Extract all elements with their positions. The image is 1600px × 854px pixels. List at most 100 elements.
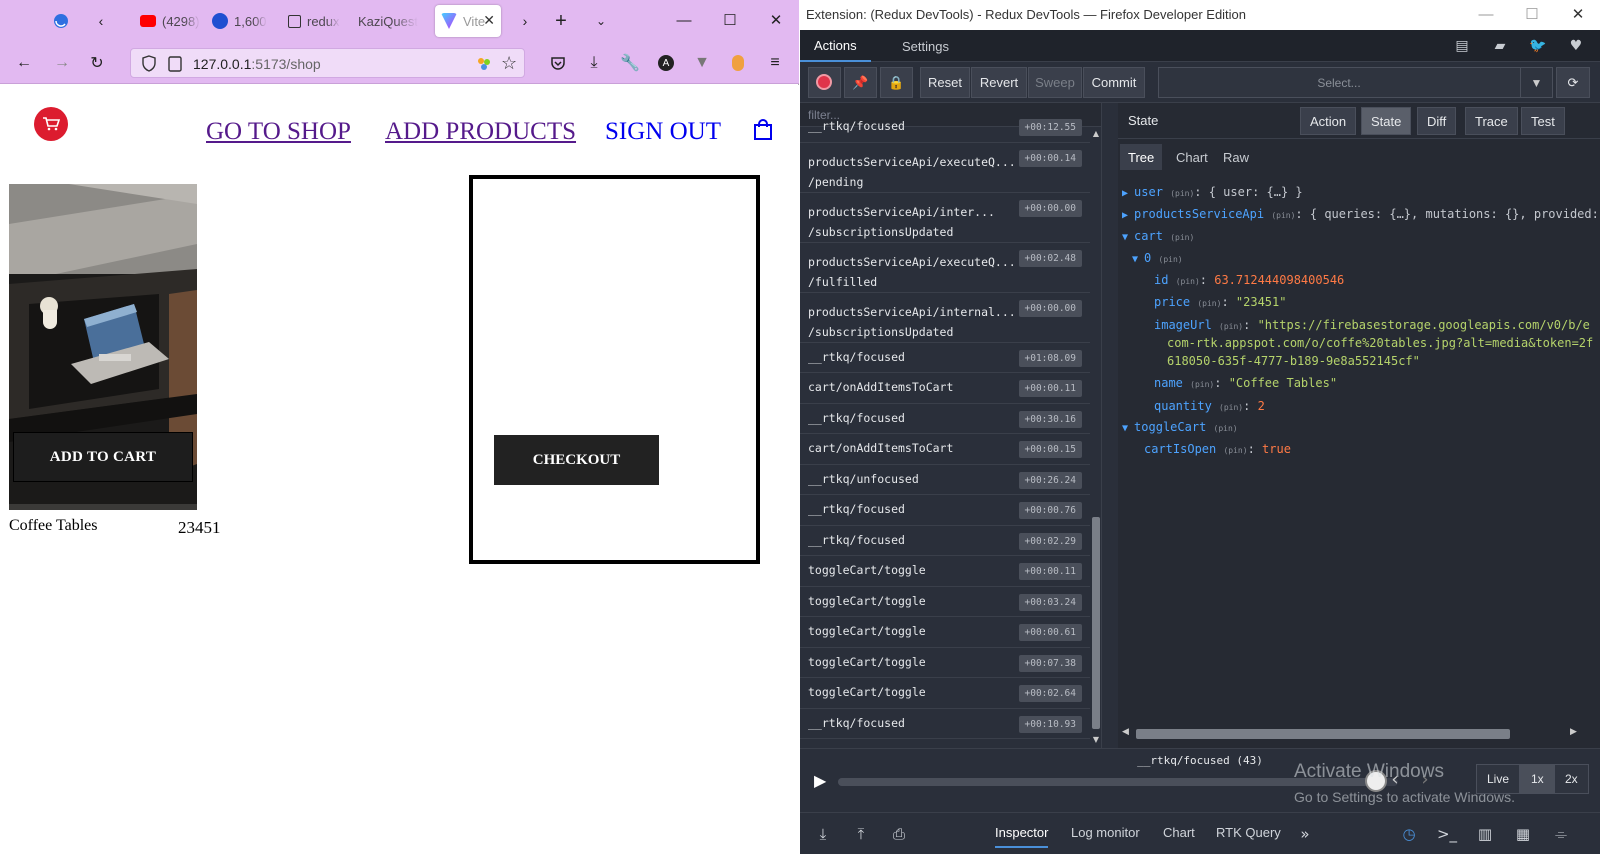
checkout-button[interactable]: CHECKOUT xyxy=(494,435,659,485)
pin-label[interactable]: (pin) xyxy=(1214,424,1238,433)
permissions-icon[interactable] xyxy=(475,55,493,73)
minimize-icon[interactable]: — xyxy=(1476,4,1496,24)
monitor-state-button[interactable]: State xyxy=(1361,107,1412,135)
account-icon[interactable]: A xyxy=(656,53,676,73)
downloads-icon[interactable]: ⤓ xyxy=(584,53,604,73)
tab-chart-monitor[interactable]: Chart xyxy=(1163,825,1195,840)
speed-2x-button[interactable]: 2x xyxy=(1554,764,1589,794)
pin-label[interactable]: (pin) xyxy=(1170,233,1194,242)
list-tabs-icon[interactable]: ⌄ xyxy=(592,12,610,30)
action-row[interactable]: cart/onAddItemsToCart +00:00.15 xyxy=(800,434,1090,465)
action-row[interactable]: toggleCart/toggle +00:00.11 xyxy=(800,556,1090,587)
pin-label[interactable]: (pin) xyxy=(1219,403,1243,412)
import-icon[interactable]: ⤓ xyxy=(812,823,834,845)
close-tab-icon[interactable]: ✕ xyxy=(483,12,495,29)
pin-label[interactable]: (pin) xyxy=(1170,189,1194,198)
scroll-thumb[interactable] xyxy=(1092,517,1100,729)
play-icon[interactable]: ▶ xyxy=(814,771,836,793)
pin-label[interactable]: (pin) xyxy=(1176,277,1200,286)
new-tab-icon[interactable]: + xyxy=(552,10,570,32)
tab-raw[interactable]: Raw xyxy=(1215,144,1257,170)
docs-icon[interactable]: ▤ xyxy=(1452,36,1472,56)
add-products-link[interactable]: ADD PRODUCTS xyxy=(385,118,576,146)
wrench-icon[interactable]: 🔧 xyxy=(620,53,640,73)
shop-logo-icon[interactable] xyxy=(34,107,68,141)
add-to-cart-button[interactable]: ADD TO CART xyxy=(13,432,193,482)
tree-node-cart[interactable]: ▼ cart (pin) xyxy=(1122,229,1194,243)
scroll-up-icon[interactable]: ▲ xyxy=(1091,129,1101,138)
maximize-icon[interactable]: ☐ xyxy=(720,10,740,30)
tab-vite[interactable]: Vite ✕ xyxy=(435,5,501,37)
expand-arrow-icon[interactable]: ▶ xyxy=(1122,188,1134,199)
tab-inspector[interactable]: Inspector xyxy=(995,825,1049,848)
action-row[interactable]: __rtkq/focused +00:02.29 xyxy=(800,526,1090,556)
persist-icon[interactable]: ◷ xyxy=(1398,823,1420,845)
tree-node-cart-0[interactable]: ▼ 0 (pin) xyxy=(1132,251,1183,265)
tab-actions[interactable]: Actions xyxy=(800,30,871,62)
url-text[interactable]: 127.0.0.1:5173/shop xyxy=(193,56,321,72)
action-row[interactable]: toggleCart/toggle +00:07.38 xyxy=(800,648,1090,678)
remote-icon[interactable]: ⌯ xyxy=(1550,823,1572,845)
close-window-icon[interactable]: ✕ xyxy=(1568,4,1588,24)
expand-arrow-icon[interactable]: ▶ xyxy=(1122,210,1134,221)
bookmark-star-icon[interactable]: ☆ xyxy=(501,53,517,74)
collapse-arrow-icon[interactable]: ▼ xyxy=(1122,232,1134,243)
discord-icon[interactable]: ▰ xyxy=(1490,36,1510,56)
go-to-shop-link[interactable]: GO TO SHOP xyxy=(206,118,351,146)
record-button[interactable] xyxy=(808,67,841,98)
revert-button[interactable]: Revert xyxy=(971,67,1027,98)
pin-label[interactable]: (pin) xyxy=(1190,380,1214,389)
maximize-icon[interactable]: ☐ xyxy=(1522,4,1542,24)
close-window-icon[interactable]: ✕ xyxy=(766,10,786,30)
monitor-action-button[interactable]: Action xyxy=(1300,107,1357,135)
sign-out-link[interactable]: SIGN OUT xyxy=(605,118,721,146)
monitor-trace-button[interactable]: Trace xyxy=(1465,107,1518,135)
tab-tree[interactable]: Tree xyxy=(1120,144,1163,170)
action-row[interactable]: toggleCart/toggle +00:02.64 xyxy=(800,678,1090,709)
sync-button[interactable]: ⟳ xyxy=(1556,67,1590,98)
action-row[interactable]: productsServiceApi/internal... /subscrip… xyxy=(800,293,1090,343)
minimize-icon[interactable]: — xyxy=(674,10,694,30)
state-hscrollbar[interactable]: ◀ ▶ xyxy=(1118,727,1600,741)
terminal-icon[interactable]: >_ xyxy=(1436,823,1458,845)
tree-node-togglecart[interactable]: ▼ toggleCart (pin) xyxy=(1122,420,1238,434)
address-bar[interactable]: 127.0.0.1:5173/shop ☆ xyxy=(130,48,525,78)
back-icon[interactable]: ← xyxy=(14,53,34,73)
more-tabs-icon[interactable]: » xyxy=(1294,823,1316,845)
pin-label[interactable]: (pin) xyxy=(1223,446,1247,455)
action-row[interactable]: toggleCart/toggle +00:03.24 xyxy=(800,587,1090,617)
pocket-icon[interactable] xyxy=(548,53,568,73)
reset-button[interactable]: Reset xyxy=(920,67,970,98)
scroll-tabs-left-icon[interactable]: ‹ xyxy=(92,12,110,30)
tab-log-monitor[interactable]: Log monitor xyxy=(1071,825,1140,840)
monitor-diff-button[interactable]: Diff xyxy=(1417,107,1457,135)
tab-rtk-query[interactable]: RTK Query xyxy=(1216,825,1281,840)
action-row[interactable]: __rtkq/focused +00:10.93 xyxy=(800,709,1090,739)
reload-icon[interactable]: ↻ xyxy=(87,53,107,73)
twitter-icon[interactable]: 🐦 xyxy=(1528,36,1548,56)
action-row[interactable]: __rtkq/focused +00:00.76 xyxy=(800,495,1090,526)
tab-youtube[interactable]: (4298) xyxy=(134,5,200,37)
pin-label[interactable]: (pin) xyxy=(1271,211,1295,220)
scroll-tabs-right-icon[interactable]: › xyxy=(516,12,534,30)
extension-icon[interactable] xyxy=(728,53,748,73)
action-list-scrollbar[interactable]: ▲ ▼ xyxy=(1090,127,1101,748)
live-button[interactable]: Live xyxy=(1476,764,1521,794)
action-row[interactable]: cart/onAddItemsToCart +00:00.11 xyxy=(800,373,1090,404)
scroll-left-icon[interactable]: ◀ xyxy=(1122,727,1129,737)
action-row[interactable]: productsServiceApi/executeQ... /fulfille… xyxy=(800,243,1090,293)
shield-icon[interactable] xyxy=(141,55,157,72)
collapse-arrow-icon[interactable]: ▼ xyxy=(1122,423,1134,434)
pin-button[interactable]: 📌 xyxy=(844,67,877,98)
action-row[interactable]: productsServiceApi/inter... /subscriptio… xyxy=(800,193,1090,243)
extension-v-icon[interactable]: ▼ xyxy=(692,53,712,73)
action-row[interactable]: productsServiceApi/executeQ... /pending +… xyxy=(800,143,1090,193)
speed-1x-button[interactable]: 1x xyxy=(1520,764,1555,794)
scroll-thumb[interactable] xyxy=(1136,729,1510,739)
menu-icon[interactable]: ≡ xyxy=(765,53,785,73)
monitor-test-button[interactable]: Test xyxy=(1521,107,1565,135)
tab-settings[interactable]: Settings xyxy=(888,30,963,62)
export-icon[interactable]: ⤒ xyxy=(850,823,872,845)
lock-button[interactable]: 🔒 xyxy=(880,67,913,98)
tab-redux[interactable]: redux xyxy=(282,5,344,37)
